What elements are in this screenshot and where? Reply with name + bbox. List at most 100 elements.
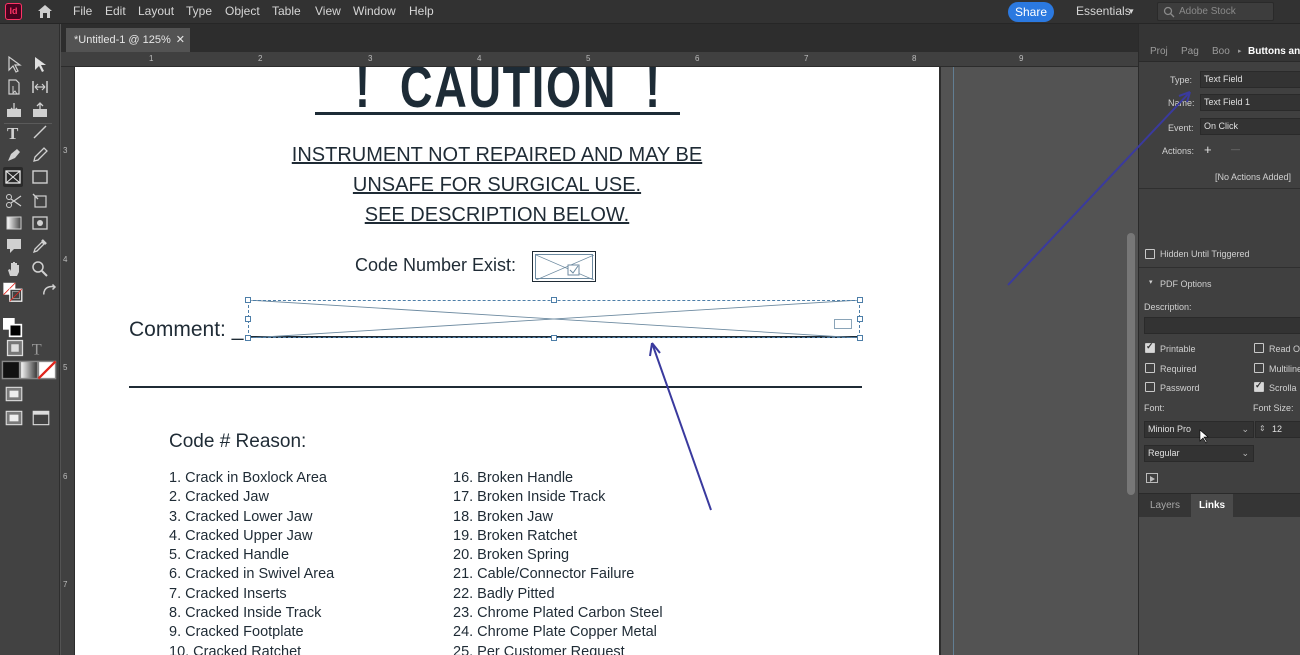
content-placer-icon[interactable] [30,100,50,120]
tab-pages[interactable]: Pag [1181,46,1199,57]
menu-edit[interactable]: Edit [105,4,126,19]
resize-handle[interactable] [857,297,863,303]
chevron-down-icon[interactable]: ▾ [1129,6,1134,17]
line-tool-icon[interactable] [30,122,50,142]
warning-line: UNSAFE FOR SURGICAL USE. [352,174,642,196]
page-tool-icon[interactable] [4,77,24,97]
gradient-swatch-tool-icon[interactable] [4,213,24,233]
menu-object[interactable]: Object [225,4,260,19]
svg-text:T: T [7,124,19,142]
resize-handle[interactable] [551,297,557,303]
resize-handle[interactable] [857,335,863,341]
tab-book[interactable]: Boo [1212,46,1230,57]
swap-fill-stroke-icon[interactable] [40,282,57,298]
gradient-feather-tool-icon[interactable] [30,213,50,233]
formatting-text-icon[interactable]: T [28,338,44,358]
preview-icon[interactable] [1146,473,1158,483]
list-item: 2. Cracked Jaw [169,489,269,506]
type-select[interactable]: Text Field [1200,71,1300,88]
svg-text:T: T [32,340,42,358]
multiline-checkbox[interactable] [1254,363,1264,373]
font-style-select[interactable]: Regular ⌄ [1144,445,1254,462]
menu-layout[interactable]: Layout [138,4,174,19]
gap-tool-icon[interactable] [30,77,50,97]
normal-view-icon[interactable] [4,408,23,426]
note-tool-icon[interactable] [4,236,24,256]
read-only-checkbox[interactable] [1254,343,1264,353]
printable-checkbox[interactable] [1145,341,1155,353]
document-tab[interactable]: *Untitled-1 @ 125% ✕ [66,28,190,52]
scrollbar-thumb[interactable] [1127,233,1135,495]
screen-mode-icon[interactable] [4,384,23,402]
name-field[interactable]: Text Field 1 [1200,94,1300,111]
formatting-container-icon[interactable] [5,338,24,357]
tab-links[interactable]: Links [1191,494,1234,518]
password-checkbox[interactable] [1145,382,1155,392]
remove-action-button[interactable]: — [1231,144,1240,154]
home-icon[interactable] [36,3,54,20]
pdf-options-header[interactable]: PDF Options [1160,279,1212,289]
content-collector-icon[interactable] [4,100,24,120]
required-checkbox[interactable] [1145,363,1155,373]
preview-view-icon[interactable] [31,408,50,426]
scissors-tool-icon[interactable] [4,191,24,211]
menu-window[interactable]: Window [353,4,396,19]
close-icon[interactable]: ✕ [176,28,185,52]
chevron-down-icon[interactable]: ▾ [1149,278,1153,286]
font-size-label: Font Size: [1253,403,1294,413]
tab-layers[interactable]: Layers [1142,494,1188,518]
zoom-tool-icon[interactable] [30,259,50,279]
workspace-switcher[interactable]: Essentials [1076,4,1131,18]
selection-tool-icon[interactable] [4,54,24,74]
stepper-icon[interactable]: ⇕ [1259,422,1266,436]
search-placeholder: Adobe Stock [1179,6,1236,17]
resize-handle[interactable] [551,335,557,341]
vertical-ruler[interactable]: 3 4 5 6 7 [61,67,75,655]
resize-handle[interactable] [245,297,251,303]
tab-properties[interactable]: Proj [1150,46,1168,57]
default-fill-stroke-icon[interactable] [3,318,23,338]
menu-file[interactable]: File [73,4,92,19]
free-transform-tool-icon[interactable] [30,191,50,211]
apply-color-icon[interactable] [1,360,21,380]
font-size-field[interactable]: ⇕ 12 [1255,421,1300,438]
comment-text-field[interactable] [248,300,860,338]
description-field[interactable] [1144,317,1300,334]
tab-buttons-and-forms[interactable]: Buttons an [1248,46,1300,57]
ruler-label: 5 [63,363,68,372]
direct-selection-tool-icon[interactable] [30,54,50,74]
links-panel-body [1139,517,1300,655]
scrollable-checkbox[interactable] [1254,380,1264,392]
apply-gradient-icon[interactable] [19,360,39,380]
rectangle-frame-tool-icon[interactable] [3,167,23,187]
type-tool-icon[interactable]: T [4,122,24,143]
chevron-down-icon: ⌄ [1241,424,1249,434]
bottom-panel-tabs: Layers Links [1139,493,1300,518]
vertical-scrollbar[interactable] [1124,67,1138,655]
add-action-button[interactable]: + [1204,142,1212,157]
resize-handle[interactable] [245,316,251,322]
hand-tool-icon[interactable] [4,259,24,279]
pencil-tool-icon[interactable] [30,145,50,165]
hidden-until-triggered-checkbox[interactable] [1145,249,1155,259]
menu-type[interactable]: Type [186,4,212,19]
resize-handle[interactable] [245,335,251,341]
font-family-select[interactable]: Minion Pro ⌄ [1144,421,1254,438]
panel-collapse-bar[interactable] [1139,24,1300,42]
code-number-checkbox[interactable] [532,251,596,282]
resize-handle[interactable] [857,316,863,322]
menu-table[interactable]: Table [272,4,301,19]
eyedropper-tool-icon[interactable] [30,236,50,256]
menu-view[interactable]: View [315,4,341,19]
list-item: 21. Cable/Connector Failure [453,566,635,583]
pen-tool-icon[interactable] [4,145,24,165]
adobe-stock-search[interactable]: Adobe Stock [1157,2,1274,21]
event-select[interactable]: On Click [1200,118,1300,135]
horizontal-ruler[interactable]: 1 2 3 4 5 6 7 8 9 [61,52,1138,67]
apply-none-icon[interactable] [37,360,57,380]
share-button[interactable]: Share [1008,2,1054,22]
menu-help[interactable]: Help [409,4,434,19]
fill-stroke-swatch[interactable] [3,282,35,322]
document-page[interactable]: ! CAUTION ! INSTRUMENT NOT REPAIRED AND … [75,67,939,655]
rectangle-tool-icon[interactable] [30,167,50,187]
